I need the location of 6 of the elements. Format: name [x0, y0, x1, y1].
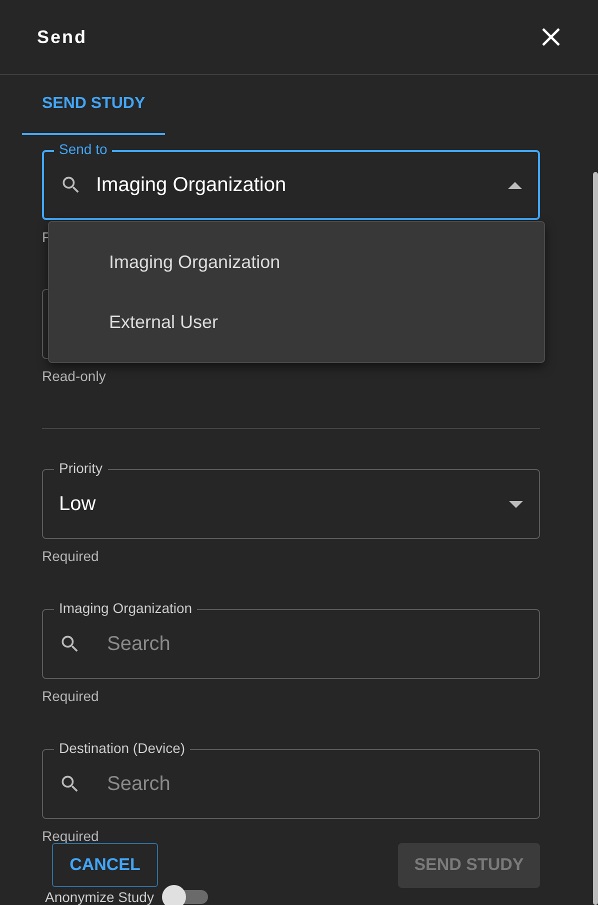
dialog-title: Send — [37, 26, 88, 48]
toggle-label: Anonymize Study — [45, 888, 154, 905]
helper-text: Read-only — [42, 367, 107, 386]
helper-text: Required — [42, 827, 100, 845]
helper-text: Required — [42, 687, 100, 705]
helper-text: Required — [42, 547, 100, 565]
